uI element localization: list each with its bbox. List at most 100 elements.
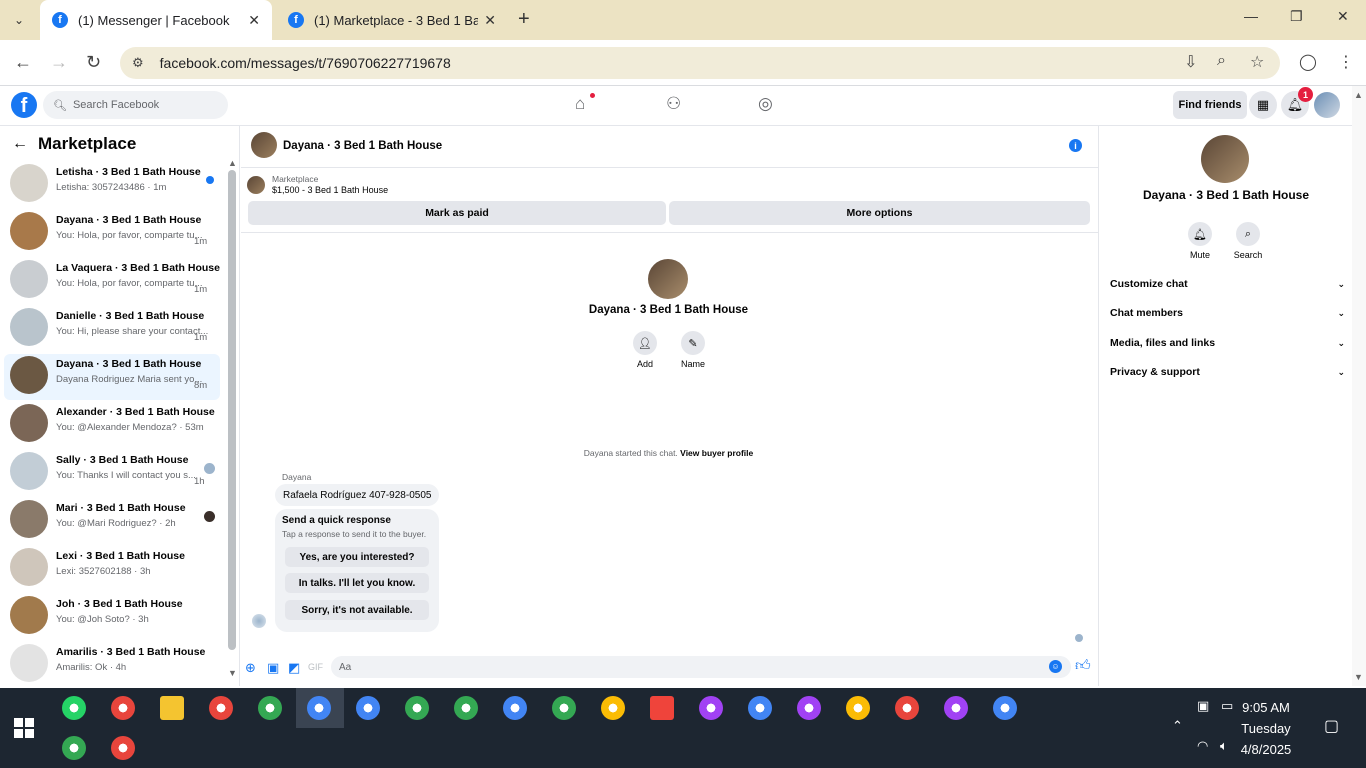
forward-arrow-icon[interactable]: → [50, 52, 68, 73]
restore-icon[interactable]: ❐ [1290, 8, 1303, 25]
scroll-up-arrow-icon[interactable]: ▲ [228, 158, 237, 168]
meet-now-icon[interactable]: ▣ [1197, 698, 1209, 714]
info-icon[interactable]: i [1069, 139, 1082, 152]
customize-chat-row[interactable]: Customize chat ⌄ [1110, 274, 1345, 294]
quick-response-option[interactable]: In talks. I'll let you know. [285, 573, 429, 593]
thumbs-up-icon[interactable]: 👍︎ [1075, 657, 1091, 675]
reload-icon[interactable]: ↻ [86, 52, 101, 73]
friends-icon[interactable]: ⚇ [666, 94, 681, 114]
rename-action[interactable]: ✎ Name [673, 331, 713, 369]
conversation-item[interactable]: Sally · 3 Bed 1 Bath House You: Thanks I … [4, 450, 220, 496]
minimize-icon[interactable]: — [1244, 8, 1258, 24]
tab-marketplace[interactable]: f (1) Marketplace - 3 Bed 1 Bath H ✕ [276, 0, 508, 40]
search-action[interactable]: ⌕ Search [1226, 222, 1270, 260]
chat-members-row[interactable]: Chat members ⌄ [1110, 303, 1345, 323]
gif-icon[interactable]: GIF [308, 662, 323, 672]
close-window-icon[interactable]: ✕ [1337, 8, 1349, 25]
conversation-item[interactable]: Joh · 3 Bed 1 Bath House You: @Joh Soto? … [4, 594, 220, 640]
chrome-profile-icon[interactable] [405, 696, 429, 720]
chrome-profile-icon[interactable] [601, 696, 625, 720]
conversation-title: Sally · 3 Bed 1 Bath House [56, 454, 189, 466]
bookmark-star-icon[interactable]: ☆ [1250, 52, 1264, 72]
list-scrollbar[interactable] [228, 170, 236, 650]
clock[interactable]: 9:05 AM Tuesday 4/8/2025 [1226, 697, 1306, 760]
wifi-icon[interactable]: ◠ [1197, 738, 1208, 754]
conversation-item[interactable]: Amarilis · 3 Bed 1 Bath House Amarilis: O… [4, 642, 220, 686]
scroll-down-arrow-icon[interactable]: ▼ [228, 668, 237, 678]
zoom-icon[interactable]: ⌕ [1217, 52, 1226, 70]
conversation-item[interactable]: Dayana · 3 Bed 1 Bath House Dayana Rodrig… [4, 354, 220, 400]
site-info-icon[interactable]: ⚙ [132, 55, 144, 71]
conversation-item[interactable]: La Vaquera · 3 Bed 1 Bath House You: Hola… [4, 258, 220, 304]
view-buyer-profile-link[interactable]: View buyer profile [680, 448, 753, 458]
anydesk-icon[interactable] [650, 696, 674, 720]
conversation-item[interactable]: Lexi · 3 Bed 1 Bath House Lexi: 352760218… [4, 546, 220, 592]
conversation-item[interactable]: Dayana · 3 Bed 1 Bath House You: Hola, po… [4, 210, 220, 256]
close-tab-icon[interactable]: ✕ [484, 12, 496, 29]
quick-response-option[interactable]: Sorry, it's not available. [285, 600, 429, 620]
chrome-profile-icon[interactable] [307, 696, 331, 720]
page-scrollbar[interactable]: ▲ ▼ [1352, 86, 1366, 686]
conversation-item[interactable]: Alexander · 3 Bed 1 Bath House You: @Alex… [4, 402, 220, 448]
show-hidden-icons-chevron-icon[interactable]: ⌃ [1172, 718, 1183, 734]
tab-search-chevron-icon[interactable]: ⌄ [6, 8, 32, 32]
chrome-icon[interactable] [111, 696, 135, 720]
add-people-action[interactable]: 👤︎ Add [625, 331, 665, 369]
chat-title[interactable]: Dayana · 3 Bed 1 Bath House [283, 140, 442, 152]
file-explorer-icon[interactable] [160, 696, 184, 720]
chrome-profile-icon[interactable] [454, 696, 478, 720]
find-friends-button[interactable]: Find friends [1173, 91, 1247, 119]
chrome-profile-icon[interactable] [503, 696, 527, 720]
facebook-logo-icon[interactable]: f [11, 92, 37, 118]
chrome-profile-icon[interactable] [993, 696, 1017, 720]
facebook-search-input[interactable]: 🔍︎ Search Facebook [43, 91, 228, 119]
chrome-menu-icon[interactable]: ⋮ [1338, 52, 1354, 72]
chrome-profile-icon[interactable] [846, 696, 870, 720]
more-options-button[interactable]: More options [669, 201, 1090, 225]
sticker-icon[interactable]: ◩ [288, 660, 300, 676]
conversation-item[interactable]: Mari · 3 Bed 1 Bath House You: @Mari Rodr… [4, 498, 220, 544]
home-icon[interactable]: ⌂ [575, 94, 585, 114]
chrome-profile-icon[interactable] [356, 696, 380, 720]
new-tab-plus-icon[interactable]: + [518, 8, 530, 31]
url-omnibox[interactable]: ⚙ facebook.com/messages/t/76907062277196… [120, 47, 1280, 79]
media-files-links-row[interactable]: Media, files and links ⌄ [1110, 333, 1345, 353]
mute-action[interactable]: 🔔︎ Mute [1178, 222, 1222, 260]
back-arrow-icon[interactable]: ← [12, 135, 28, 153]
notifications-center-icon[interactable]: ▢ [1324, 716, 1339, 736]
chrome-profile-icon[interactable] [209, 696, 233, 720]
profile-icon[interactable]: ◯ [1299, 52, 1317, 72]
chrome-profile-icon[interactable] [895, 696, 919, 720]
tab-messenger[interactable]: f (1) Messenger | Facebook ✕ [40, 0, 272, 40]
scroll-up-arrow-icon[interactable]: ▲ [1354, 90, 1363, 100]
menu-grid-icon[interactable]: ▦ [1249, 91, 1277, 119]
scroll-down-arrow-icon[interactable]: ▼ [1354, 672, 1363, 682]
emoji-icon[interactable]: ☺ [1049, 660, 1062, 673]
install-app-icon[interactable]: ⇩ [1184, 52, 1197, 72]
chrome-profile-icon[interactable] [62, 736, 86, 760]
chrome-profile-icon[interactable] [258, 696, 282, 720]
chrome-icon[interactable] [111, 736, 135, 760]
plus-circle-icon[interactable]: ⊕ [245, 660, 256, 676]
close-tab-icon[interactable]: ✕ [248, 12, 260, 29]
groups-icon[interactable]: ◎ [758, 94, 773, 114]
privacy-support-row[interactable]: Privacy & support ⌄ [1110, 362, 1345, 382]
conversation-item[interactable]: Danielle · 3 Bed 1 Bath House You: Hi, pl… [4, 306, 220, 352]
photo-icon[interactable]: ▣ [267, 660, 279, 676]
back-arrow-icon[interactable]: ← [14, 52, 32, 73]
details-avatar[interactable] [1201, 135, 1249, 183]
whatsapp-icon[interactable] [62, 696, 86, 720]
mark-as-paid-button[interactable]: Mark as paid [248, 201, 666, 225]
chrome-profile-icon[interactable] [748, 696, 772, 720]
conversation-item[interactable]: Letisha · 3 Bed 1 Bath House Letisha: 305… [4, 162, 220, 208]
windows-start-icon[interactable] [14, 718, 34, 738]
chat-avatar[interactable] [251, 132, 277, 158]
message-input[interactable]: Aa [331, 656, 1071, 678]
profile-avatar[interactable] [648, 259, 688, 299]
chrome-profile-icon[interactable] [552, 696, 576, 720]
quick-response-option[interactable]: Yes, are you interested? [285, 547, 429, 567]
account-avatar[interactable] [1314, 92, 1340, 118]
chrome-profile-icon[interactable] [699, 696, 723, 720]
chrome-profile-icon[interactable] [797, 696, 821, 720]
chrome-profile-icon[interactable] [944, 696, 968, 720]
